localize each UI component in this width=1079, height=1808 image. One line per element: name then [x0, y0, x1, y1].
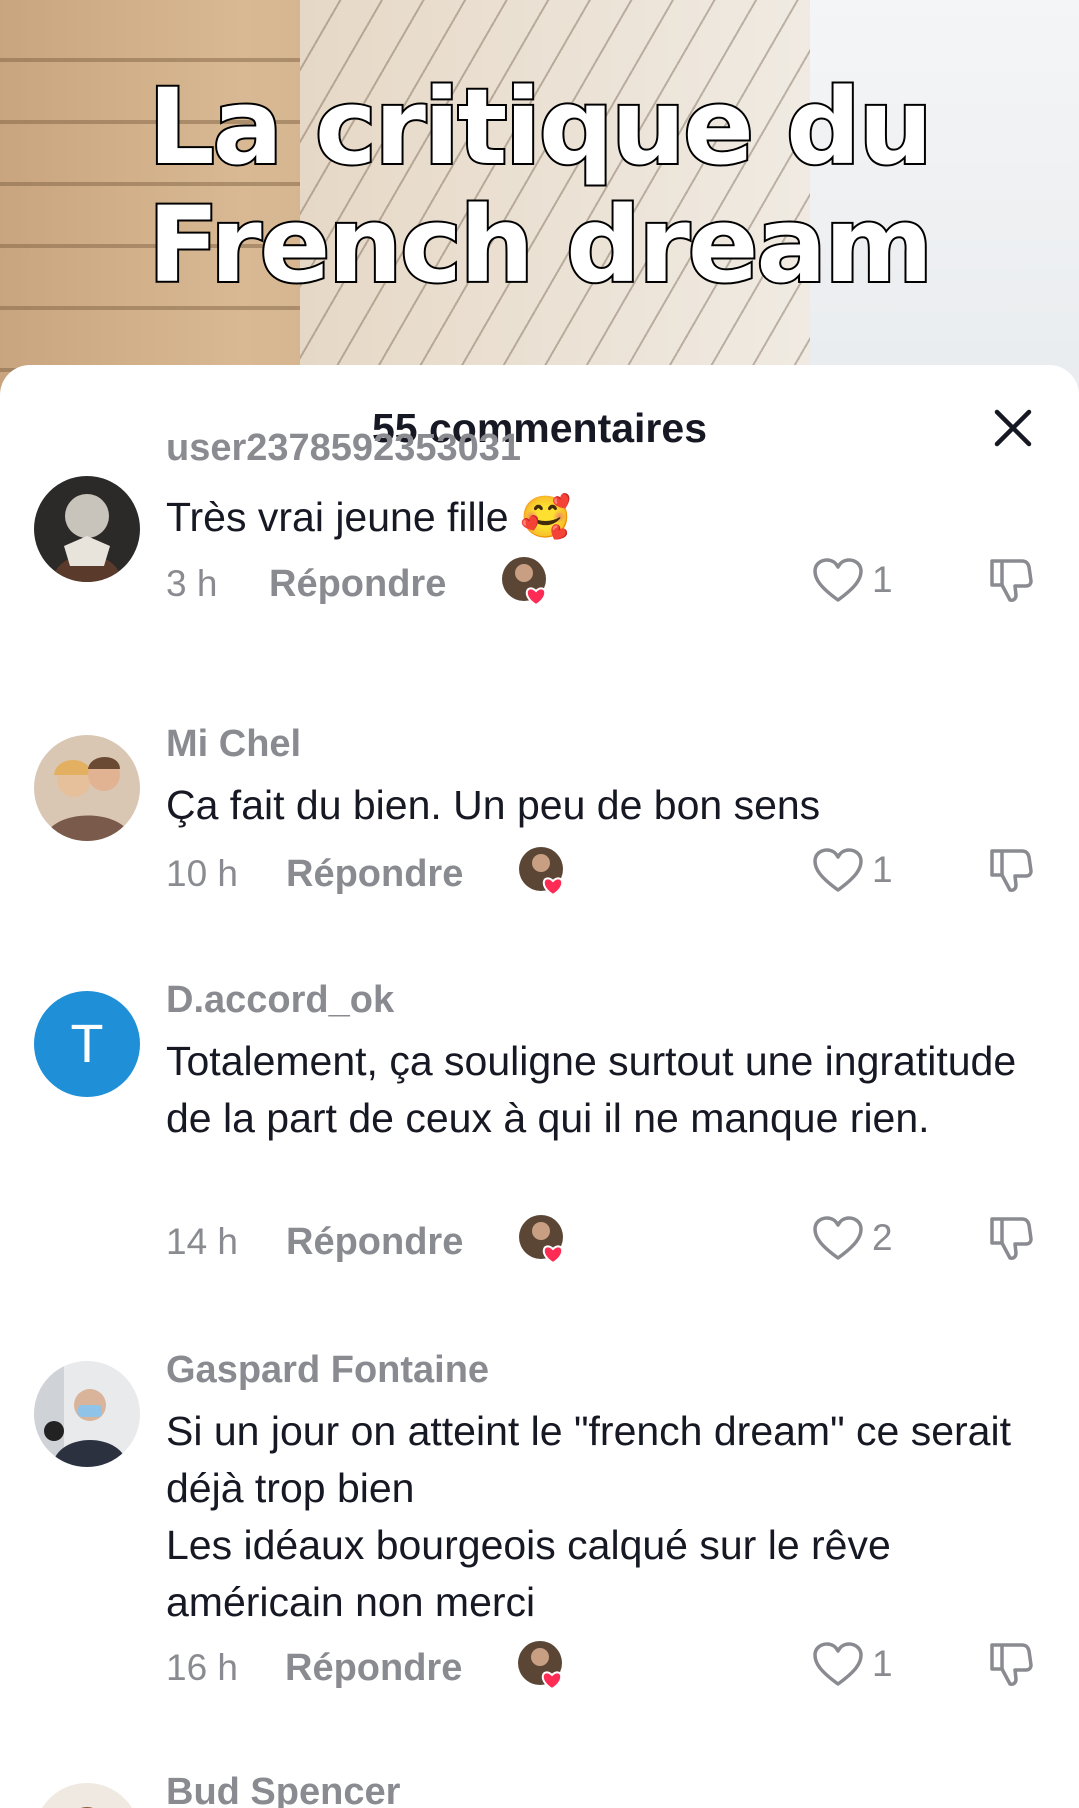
comment-time: 16 h [166, 1647, 239, 1688]
like-button[interactable]: 1 [812, 847, 893, 893]
dislike-icon[interactable] [988, 555, 1034, 603]
comment-item: T D.accord_ok Totalement, ça souligne su… [0, 979, 1079, 1349]
comment-actions: 14 h Répondre 2 [166, 1211, 1046, 1271]
like-button[interactable]: 2 [812, 1215, 893, 1261]
reply-button[interactable]: Répondre [269, 563, 446, 606]
like-button[interactable]: 1 [812, 557, 893, 603]
dislike-icon[interactable] [988, 845, 1034, 893]
like-count: 2 [872, 1217, 893, 1258]
heart-icon [813, 558, 863, 602]
comment-text: Ça fait du bien. Un peu de bon sens [166, 782, 821, 828]
comment-item: user2378592353031 Très vrai jeune fille … [0, 427, 1079, 723]
comment-actions: 3 h Répondre 1 [166, 553, 1046, 613]
comment-text: Si un jour on atteint le "french dream" … [166, 1403, 1026, 1631]
comments-sheet: 55 commentaires user2378592353031 Très v… [0, 365, 1079, 1808]
creator-liked-icon [519, 1215, 564, 1265]
like-button[interactable]: 1 [812, 1641, 893, 1687]
avatar[interactable] [34, 1783, 140, 1808]
comment-text: Très vrai jeune fille 🥰 [166, 494, 571, 540]
comment-item: Bud Spencer [0, 1771, 1079, 1808]
comment-username[interactable]: user2378592353031 [166, 427, 521, 470]
comment-time: 3 h [166, 563, 218, 604]
like-count: 1 [872, 1643, 893, 1684]
comment-actions: 10 h Répondre 1 [166, 843, 1046, 903]
dislike-icon[interactable] [988, 1213, 1034, 1261]
avatar[interactable] [34, 1361, 140, 1467]
comment-username[interactable]: Bud Spencer [166, 1771, 400, 1808]
reply-button[interactable]: Répondre [285, 1647, 462, 1690]
video-title-line-2: French dream [146, 184, 935, 306]
creator-liked-icon [502, 557, 547, 607]
like-count: 1 [872, 849, 893, 890]
close-button[interactable] [985, 400, 1041, 456]
heart-icon [813, 1642, 863, 1686]
comments-count-title: 55 commentaires [371, 405, 707, 451]
comment-username[interactable]: D.accord_ok [166, 979, 394, 1022]
video-title-line-1: La critique du [146, 66, 934, 188]
video-background: La critique du French dream [0, 0, 1079, 400]
heart-icon [813, 848, 863, 892]
comment-item: Gaspard Fontaine Si un jour on atteint l… [0, 1349, 1079, 1769]
comment-time: 10 h [166, 853, 239, 894]
dislike-icon[interactable] [988, 1639, 1034, 1687]
creator-liked-icon [519, 847, 564, 897]
creator-liked-icon [518, 1641, 563, 1691]
reply-button[interactable]: Répondre [286, 853, 463, 896]
close-icon [994, 409, 1032, 447]
comment-item: Mi Chel Ça fait du bien. Un peu de bon s… [0, 723, 1079, 979]
heart-icon [813, 1216, 863, 1260]
avatar[interactable] [34, 476, 140, 582]
comment-time: 14 h [166, 1221, 239, 1262]
comment-text: Totalement, ça souligne surtout une ingr… [166, 1038, 1017, 1141]
avatar[interactable] [34, 735, 140, 841]
reply-button[interactable]: Répondre [286, 1221, 463, 1264]
avatar-letter: T [70, 1014, 104, 1074]
video-caption-title: La critique du French dream [0, 66, 1079, 306]
comment-text-line: Si un jour on atteint le "french dream" … [166, 1408, 1011, 1511]
comment-username[interactable]: Mi Chel [166, 723, 301, 766]
avatar[interactable]: T [34, 991, 140, 1097]
comment-username[interactable]: Gaspard Fontaine [166, 1349, 489, 1392]
comment-actions: 16 h Répondre 1 [166, 1637, 1046, 1697]
comment-list[interactable]: user2378592353031 Très vrai jeune fille … [0, 427, 1079, 1808]
like-count: 1 [872, 559, 893, 600]
comment-text-line: Les idéaux bourgeois calqué sur le rêve … [166, 1522, 891, 1625]
